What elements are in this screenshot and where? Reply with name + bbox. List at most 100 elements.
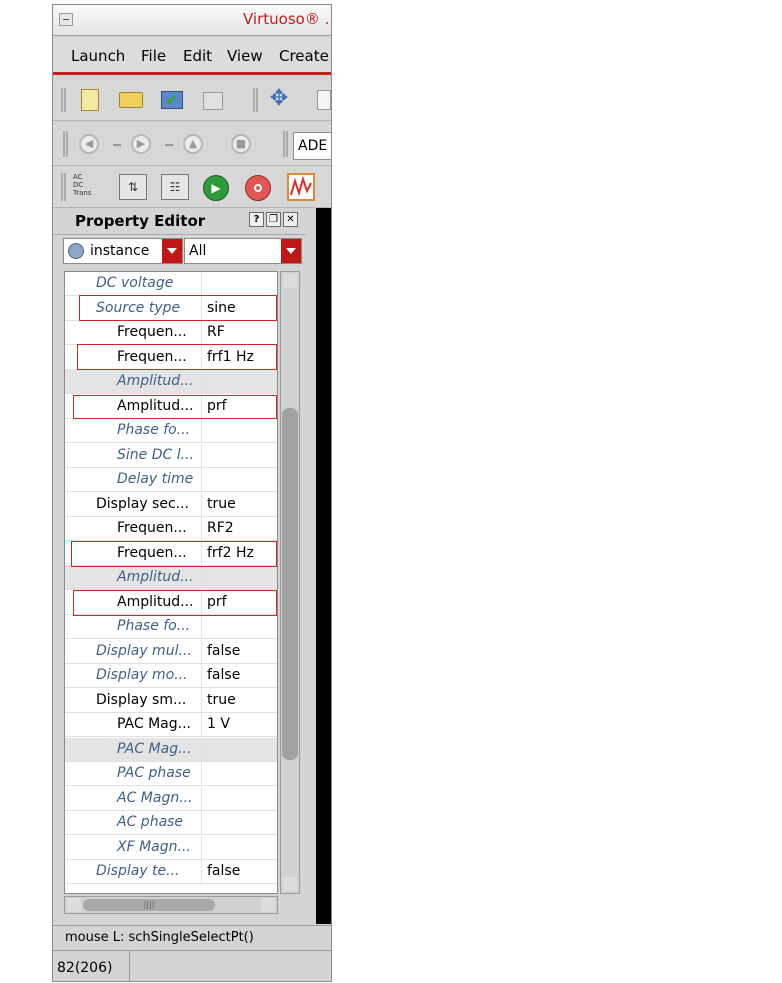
menu-view[interactable]: View — [227, 47, 263, 65]
top-hierarchy-icon[interactable]: ■ — [231, 134, 251, 154]
stop-simulation-icon[interactable] — [245, 175, 271, 201]
property-row[interactable]: PAC Mag... 1 V — [65, 713, 277, 737]
scroll-right-icon[interactable] — [261, 898, 275, 912]
property-value[interactable]: true — [207, 496, 236, 512]
vertical-scroll-thumb[interactable] — [282, 408, 298, 760]
property-value[interactable]: true — [207, 692, 236, 708]
property-name: Phase fo... — [117, 618, 191, 634]
column-separator — [201, 517, 202, 541]
instance-icon — [68, 243, 84, 259]
property-name: XF Magn... — [117, 838, 191, 855]
property-row[interactable]: PAC Mag... — [65, 737, 277, 762]
highlight-box — [79, 295, 277, 321]
vertical-scrollbar[interactable] — [280, 271, 300, 894]
back-icon[interactable]: ◀ — [79, 134, 99, 154]
property-row[interactable]: Display mul... false — [65, 639, 277, 664]
scroll-up-icon[interactable] — [283, 274, 297, 288]
property-value[interactable]: RF2 — [207, 520, 234, 536]
navigation-toolbar: ◀ ▶ ▲ ■ — [53, 123, 331, 166]
check-and-save-icon[interactable]: ✔ — [161, 91, 183, 109]
window-menu-button[interactable] — [59, 13, 73, 26]
property-row[interactable]: AC Magn... — [65, 786, 277, 811]
horizontal-scroll-thumb[interactable]: |||| — [83, 899, 215, 911]
virtuoso-window: Virtuoso® ... Launch File Edit View Crea… — [52, 4, 332, 982]
property-row[interactable]: Amplitud... — [65, 566, 277, 590]
property-row[interactable]: Phase fo... — [65, 419, 277, 443]
property-value[interactable]: false — [207, 643, 240, 659]
property-name: Display mo... — [96, 667, 188, 683]
new-document-icon[interactable] — [81, 89, 99, 111]
horizontal-scrollbar[interactable]: |||| — [64, 896, 278, 914]
menu-file[interactable]: File — [141, 47, 166, 65]
toolbar-grip[interactable] — [61, 173, 66, 201]
column-separator — [201, 321, 202, 345]
plot-waveform-icon[interactable] — [287, 173, 315, 201]
property-filter-select[interactable]: All — [184, 238, 302, 264]
property-row[interactable]: Sine DC l... — [65, 443, 277, 468]
property-row[interactable]: Frequen... RF — [65, 321, 277, 345]
property-row[interactable]: Display mo... false — [65, 664, 277, 688]
property-filter-value: All — [189, 243, 207, 259]
toolbar-grip[interactable] — [283, 131, 288, 157]
menu-bar: Launch File Edit View Create — [53, 38, 331, 75]
schematic-canvas[interactable] — [316, 208, 331, 924]
toolbar-grip[interactable] — [63, 131, 68, 157]
variables-icon[interactable]: ⇅ — [119, 174, 147, 200]
property-name: Display sm... — [96, 691, 187, 708]
property-name: Delay time — [117, 471, 194, 487]
object-type-select[interactable]: instance — [63, 238, 183, 264]
ade-launcher-field[interactable]: ADE L — [293, 132, 331, 160]
undock-icon[interactable]: ❐ — [266, 212, 281, 227]
up-hierarchy-icon[interactable]: ▲ — [183, 134, 203, 154]
property-row[interactable]: Delay time — [65, 468, 277, 492]
menu-create[interactable]: Create — [279, 47, 329, 65]
menu-edit[interactable]: Edit — [183, 47, 212, 65]
property-row[interactable]: PAC phase — [65, 762, 277, 786]
save-icon[interactable] — [203, 92, 223, 110]
netlist-icon[interactable]: ☷ — [161, 174, 189, 200]
property-value[interactable]: RF — [207, 324, 225, 340]
mouse-binding-text: mouse L: schSingleSelectPt() — [65, 930, 254, 945]
property-row[interactable]: Display te... false — [65, 860, 277, 884]
run-simulation-icon[interactable]: ▶ — [203, 175, 229, 201]
property-row[interactable]: DC voltage — [65, 272, 277, 296]
property-row[interactable]: AC phase — [65, 811, 277, 835]
scroll-down-icon[interactable] — [283, 877, 297, 891]
command-count: 82(206) — [57, 960, 113, 976]
property-value[interactable]: 1 V — [207, 716, 230, 732]
toolbar-grip[interactable] — [253, 88, 258, 112]
open-folder-icon[interactable] — [119, 92, 143, 108]
highlight-box — [71, 541, 277, 567]
menu-launch[interactable]: Launch — [71, 47, 125, 65]
column-separator — [201, 468, 202, 492]
property-value[interactable]: false — [207, 667, 240, 683]
chevron-down-icon[interactable] — [162, 239, 182, 263]
property-row[interactable]: Frequen... RF2 — [65, 517, 277, 541]
property-row[interactable]: Display sec... true — [65, 492, 277, 517]
move-icon[interactable]: ✥ — [267, 87, 291, 111]
property-row[interactable]: Amplitud... — [65, 370, 277, 394]
toolbar-grip[interactable] — [61, 88, 66, 112]
close-icon[interactable]: ✕ — [283, 212, 298, 227]
column-separator — [201, 835, 202, 860]
property-editor-title: Property Editor — [75, 212, 206, 230]
highlight-box — [77, 344, 277, 370]
window-title: Virtuoso® ... — [243, 10, 332, 28]
property-name: Frequen... — [117, 324, 187, 340]
property-row[interactable]: Display sm... true — [65, 688, 277, 713]
copy-icon[interactable] — [317, 90, 331, 110]
scroll-left-icon[interactable] — [67, 898, 81, 912]
property-value[interactable]: false — [207, 863, 240, 879]
chevron-down-icon[interactable] — [281, 239, 301, 263]
column-separator — [201, 370, 202, 394]
analysis-selector-icon[interactable]: AC DC Trans — [73, 173, 92, 197]
property-name: PAC Mag... — [117, 716, 191, 732]
property-row[interactable]: XF Magn... — [65, 835, 277, 860]
divider-icon — [113, 144, 121, 146]
column-separator — [201, 443, 202, 468]
property-row[interactable]: Phase fo... — [65, 615, 277, 639]
analysis-dc-label: DC — [73, 181, 84, 189]
forward-icon[interactable]: ▶ — [131, 134, 151, 154]
command-status-bar: 82(206) — [53, 950, 331, 981]
help-icon[interactable]: ? — [249, 212, 264, 227]
